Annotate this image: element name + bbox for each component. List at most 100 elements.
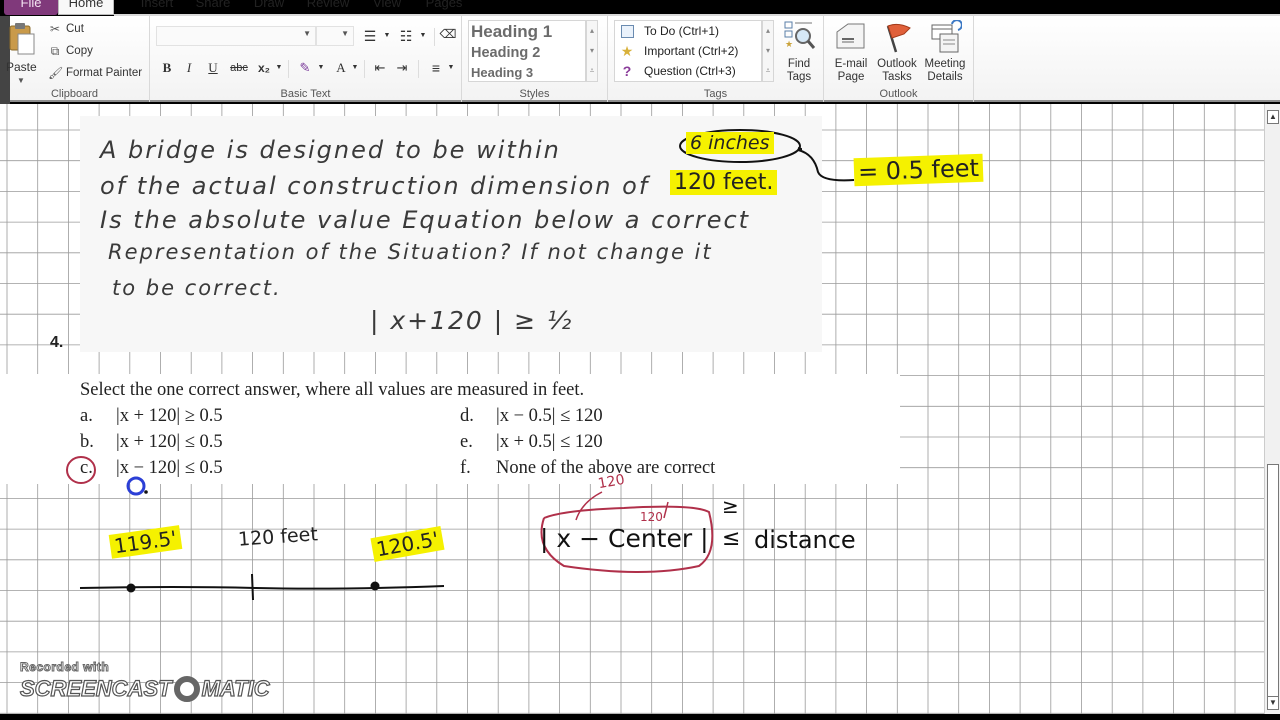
tag-to-do[interactable]: To Do (Ctrl+1) [619, 21, 719, 41]
tab-file[interactable]: File [4, 0, 58, 15]
scissors-icon: ✂ [49, 22, 61, 36]
format-painter-button[interactable]: 🖌 Format Painter [48, 63, 142, 83]
chevron-down-icon: ▼ [341, 29, 349, 38]
right-endpoint [370, 581, 380, 591]
chevron-down-icon: ▼ [317, 64, 325, 71]
screencast-watermark: Recorded with SCREENCAST MATIC [19, 660, 270, 702]
chevron-down-icon: ▼ [419, 32, 427, 39]
tags-gallery-scroll[interactable]: ▴ ▾ ⩡ [762, 20, 774, 82]
tab-insert[interactable]: Insert [130, 0, 184, 15]
decrease-indent-button[interactable]: ⇤ [370, 58, 390, 78]
align-dropdown[interactable]: ▼ [446, 58, 456, 78]
bold-button[interactable]: B [158, 58, 176, 78]
highlighter-icon: ✎ [299, 60, 311, 75]
copy-icon: ⧉ [50, 44, 60, 58]
choice-e[interactable]: e. |x + 0.5| ≤ 120 [460, 432, 603, 453]
outlook-tasks-label: Outlook Tasks [877, 58, 917, 83]
strikethrough-button[interactable]: abc [228, 58, 250, 78]
style-heading-2[interactable]: Heading 2 [471, 45, 583, 61]
scroll-up-arrow-icon[interactable]: ▲ [1267, 110, 1279, 124]
pen-cursor-icon [126, 476, 146, 496]
tab-review[interactable]: Review [300, 0, 356, 15]
choice-letter: f. [460, 458, 471, 478]
choice-d[interactable]: d. |x − 0.5| ≤ 120 [460, 406, 603, 427]
font-size-combo[interactable]: ▼ [316, 26, 354, 46]
font-color-button[interactable]: A [332, 58, 350, 78]
highlight-120-feet: 120 feet. [670, 170, 778, 195]
highlight-button[interactable]: ✎ [294, 58, 316, 78]
choice-expr: |x + 120| ≤ 0.5 [116, 432, 223, 452]
cut-button[interactable]: ✂ Cut [48, 19, 84, 39]
paste-dropdown-icon[interactable]: ▼ [17, 76, 25, 85]
tag-question[interactable]: ? Question (Ctrl+3) [619, 61, 736, 81]
choice-a[interactable]: a. |x + 120| ≥ 0.5 [80, 406, 223, 427]
choice-b[interactable]: b. |x + 120| ≤ 0.5 [80, 432, 223, 453]
numbering-dropdown[interactable]: ▼ [418, 26, 428, 46]
find-tags-button[interactable]: ★ Find Tags [776, 20, 822, 90]
scroll-thumb[interactable] [1267, 464, 1279, 704]
tab-share[interactable]: Share [186, 0, 240, 15]
conversion-annotation: = 0.5 feet [853, 153, 984, 187]
increase-indent-button[interactable]: ⇥ [392, 58, 412, 78]
clipboard-group: Paste ▼ ✂ Cut ⧉ Copy 🖌 Format Painter Cl… [0, 16, 150, 114]
star-icon: ★ [620, 43, 634, 59]
outlook-group-label: Outlook [879, 88, 918, 100]
italic-button[interactable]: I [180, 58, 198, 78]
separator [364, 60, 365, 78]
email-page-button[interactable]: E-mail Page [828, 20, 874, 90]
record-ring-icon [173, 676, 200, 702]
scroll-up-icon[interactable]: ▴ [587, 21, 597, 41]
meeting-details-button[interactable]: Meeting Details [920, 19, 970, 90]
align-button[interactable]: ≡ [426, 58, 446, 78]
separator [418, 60, 419, 78]
ribbon-tab-strip: File Home Insert Share Draw Review View … [0, 0, 1280, 16]
subscript-dropdown[interactable]: ▼ [274, 58, 284, 78]
scroll-down-icon[interactable]: ▾ [587, 41, 597, 61]
tags-gallery: To Do (Ctrl+1) ★ Important (Ctrl+2) ? Qu… [614, 20, 762, 82]
more-icon[interactable]: ⩡ [763, 61, 773, 81]
choice-expr: |x − 0.5| ≤ 120 [496, 406, 603, 426]
choice-f[interactable]: f. None of the above are correct [460, 458, 715, 479]
tag-important-label: Important (Ctrl+2) [644, 44, 739, 58]
font-color-dropdown[interactable]: ▼ [350, 58, 360, 78]
highlight-6-inches: 6 inches [686, 132, 774, 154]
styles-gallery-scroll[interactable]: ▴ ▾ ⩡ [586, 20, 598, 82]
scroll-down-icon[interactable]: ▾ [763, 41, 773, 61]
flag-icon [880, 20, 914, 54]
chevron-down-icon: ▼ [351, 64, 359, 71]
chevron-down-icon: ▼ [303, 29, 311, 38]
scroll-down-arrow-icon[interactable]: ▼ [1267, 696, 1279, 710]
copy-button[interactable]: ⧉ Copy [48, 41, 93, 61]
paste-button[interactable]: Paste ▼ [0, 20, 40, 88]
notebook-page[interactable]: A bridge is designed to be within of the… [0, 104, 1264, 714]
tab-view[interactable]: View [364, 0, 410, 15]
bullets-button[interactable]: ☰ [358, 26, 382, 46]
tab-pages[interactable]: Pages [418, 0, 470, 15]
numbering-button[interactable]: ☷ [394, 26, 418, 46]
scan-line-5: to be correct. [112, 276, 282, 300]
clear-formatting-button[interactable]: ⌫ [438, 24, 458, 44]
paste-icon [9, 23, 35, 55]
highlight-dropdown[interactable]: ▼ [316, 58, 326, 78]
scan-line-3: Is the absolute value Equation below a c… [100, 206, 751, 234]
watermark-line-2: SCREENCAST MATIC [19, 675, 270, 702]
formula-ge: ≥ [722, 494, 739, 518]
vertical-scrollbar[interactable]: ▲ ▼ [1264, 104, 1280, 714]
tag-to-do-label: To Do (Ctrl+1) [644, 24, 720, 38]
question-number: 4. [50, 334, 64, 351]
outlook-tasks-button[interactable]: Outlook Tasks [874, 20, 920, 90]
more-icon[interactable]: ⩡ [587, 61, 597, 81]
email-page-label: E-mail Page [834, 58, 868, 83]
tab-home[interactable]: Home [58, 0, 114, 15]
style-heading-3[interactable]: Heading 3 [471, 65, 583, 80]
tab-draw[interactable]: Draw [244, 0, 294, 15]
font-name-combo[interactable]: ▼ [156, 26, 316, 46]
subscript-button[interactable]: x₂ [254, 58, 274, 78]
underline-button[interactable]: U [204, 58, 222, 78]
tag-important[interactable]: ★ Important (Ctrl+2) [619, 41, 739, 61]
style-heading-1[interactable]: Heading 1 [471, 22, 583, 42]
scroll-up-icon[interactable]: ▴ [763, 21, 773, 41]
center-tick [251, 573, 254, 601]
calendar-icon [928, 19, 963, 54]
bullets-dropdown[interactable]: ▼ [382, 26, 392, 46]
